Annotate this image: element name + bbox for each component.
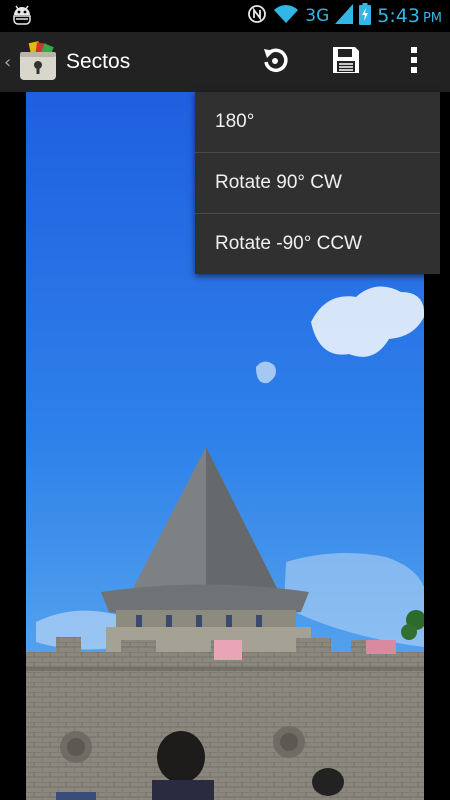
nfc-icon bbox=[247, 4, 267, 29]
menu-item-rotate-90-cw[interactable]: Rotate 90° CW bbox=[195, 153, 440, 213]
app-title: Sectos bbox=[66, 50, 131, 73]
signal-icon bbox=[335, 3, 354, 29]
overflow-menu-icon bbox=[409, 45, 419, 79]
status-right: 3G 5:43 PM bbox=[247, 2, 442, 30]
battery-charging-icon bbox=[359, 2, 372, 30]
rotate-button[interactable] bbox=[247, 32, 303, 92]
app-icon[interactable] bbox=[16, 40, 60, 84]
clock: 5:43 PM bbox=[377, 5, 442, 27]
android-debug-icon bbox=[10, 3, 34, 29]
status-left bbox=[10, 3, 34, 29]
menu-item-rotate-90-ccw[interactable]: Rotate -90° CCW bbox=[195, 214, 440, 274]
save-icon bbox=[331, 45, 361, 79]
network-type-label: 3G bbox=[305, 6, 330, 26]
status-bar: 3G 5:43 PM bbox=[0, 0, 450, 32]
wifi-icon bbox=[273, 4, 299, 29]
clock-ampm: PM bbox=[422, 11, 442, 26]
action-bar: ‹ Sectos bbox=[0, 32, 450, 92]
clock-time: 5:43 bbox=[377, 5, 420, 27]
rotate-icon bbox=[260, 45, 290, 79]
rotate-options-menu: 180° Rotate 90° CW Rotate -90° CCW bbox=[195, 92, 440, 274]
up-caret-icon[interactable]: ‹ bbox=[4, 52, 14, 73]
save-button[interactable] bbox=[318, 32, 374, 92]
overflow-menu-button[interactable] bbox=[386, 32, 442, 92]
menu-item-rotate-180[interactable]: 180° bbox=[195, 92, 440, 152]
